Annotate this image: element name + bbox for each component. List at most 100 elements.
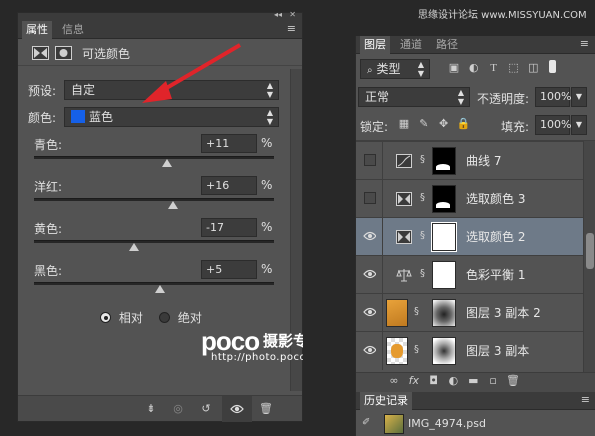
trash-icon[interactable]: 🗑 xyxy=(258,401,274,417)
tab-properties[interactable]: 属性 xyxy=(22,21,52,39)
eye-icon[interactable] xyxy=(363,230,376,243)
visibility-checkbox[interactable] xyxy=(364,154,376,166)
lock-image-icon[interactable]: ✎ xyxy=(416,116,432,132)
link-icon[interactable]: § xyxy=(420,230,425,241)
slider-value-input[interactable]: +5 xyxy=(201,260,257,279)
pixel-filter-icon[interactable]: ▣ xyxy=(446,60,462,76)
layer-mask-thumbnail[interactable] xyxy=(432,337,456,365)
color-swatch xyxy=(71,110,85,123)
layer-row[interactable]: § 色彩平衡 1 xyxy=(356,255,583,294)
delete-layer-icon[interactable]: 🗑 xyxy=(505,373,521,389)
snapshot-thumbnail xyxy=(384,414,404,434)
eye-icon[interactable] xyxy=(363,344,376,357)
layer-filter-select[interactable]: ⌕ 类型 ▲ ▼ xyxy=(360,59,430,79)
preset-value: 自定 xyxy=(71,83,96,97)
link-layers-icon[interactable]: ∞ xyxy=(386,373,402,389)
new-adjustment-icon[interactable]: ◐ xyxy=(445,373,461,389)
history-menu-icon[interactable]: ≡ xyxy=(581,393,590,406)
clip-to-layer-icon[interactable]: ⇟ xyxy=(143,401,159,417)
slider-thumb[interactable] xyxy=(129,243,139,251)
slider-track[interactable] xyxy=(34,282,274,285)
fx-icon[interactable]: fx xyxy=(406,373,422,389)
tab-history[interactable]: 历史记录 xyxy=(360,392,412,410)
history-snapshot[interactable]: ✐ IMG_4974.psd xyxy=(356,411,595,436)
scrollbar-thumb[interactable] xyxy=(586,233,594,269)
opacity-value: 100% xyxy=(540,90,572,103)
layer-row[interactable]: § 图层 3 副本 2 xyxy=(356,293,583,332)
smart-object-filter-icon[interactable]: ◫ xyxy=(525,60,541,76)
shape-filter-icon[interactable]: ⬚ xyxy=(505,60,521,76)
properties-tabs: 属性 信息 ≡ xyxy=(18,21,302,39)
slider-value-input[interactable]: +11 xyxy=(201,134,257,153)
view-previous-icon[interactable]: ◎ xyxy=(170,401,186,417)
new-group-icon[interactable]: ▬ xyxy=(465,373,481,389)
layer-row[interactable]: § 曲线 7 xyxy=(356,141,583,180)
slider-thumb[interactable] xyxy=(162,159,172,167)
tab-channels[interactable]: 通道 xyxy=(396,36,426,54)
selective-color-icon xyxy=(396,192,412,206)
lock-position-icon[interactable]: ✥ xyxy=(436,116,452,132)
slider-track[interactable] xyxy=(34,156,274,159)
lock-transparent-icon[interactable]: ▦ xyxy=(396,116,412,132)
layer-mask-icon[interactable] xyxy=(55,46,72,60)
tab-paths[interactable]: 路径 xyxy=(432,36,462,54)
tab-info[interactable]: 信息 xyxy=(58,21,88,39)
layers-scrollbar[interactable] xyxy=(583,141,595,372)
fill-input[interactable]: 100% xyxy=(535,115,571,135)
layer-mask-thumbnail[interactable] xyxy=(432,185,456,213)
eye-icon[interactable] xyxy=(363,268,376,281)
adjustment-filter-icon[interactable]: ◐ xyxy=(466,60,482,76)
close-icon[interactable]: ✕ xyxy=(289,10,296,19)
slider-track[interactable] xyxy=(34,198,274,201)
eye-icon xyxy=(230,404,244,414)
updown-icon: ▲ ▼ xyxy=(457,88,464,106)
slider-value-input[interactable]: -17 xyxy=(201,218,257,237)
layer-divider xyxy=(382,180,383,218)
slider-thumb[interactable] xyxy=(168,201,178,209)
layer-divider xyxy=(382,294,383,332)
link-icon[interactable]: § xyxy=(420,268,425,279)
panel-menu-icon[interactable]: ≡ xyxy=(287,22,296,35)
layer-thumbnail xyxy=(386,299,408,327)
collapse-icon[interactable]: ◂◂ xyxy=(274,10,282,19)
layer-mask-thumbnail[interactable] xyxy=(432,147,456,175)
add-mask-icon[interactable]: ◘ xyxy=(426,373,442,389)
mode-relative-radio[interactable]: 相对 xyxy=(100,309,143,326)
opacity-dropdown[interactable]: ▼ xyxy=(571,87,587,107)
link-icon[interactable]: § xyxy=(414,344,419,355)
layer-name: 图层 3 副本 xyxy=(466,344,530,358)
tab-layers[interactable]: 图层 xyxy=(360,36,390,54)
link-icon[interactable]: § xyxy=(420,154,425,165)
lock-all-icon[interactable]: 🔒 xyxy=(455,116,471,132)
filter-toggle[interactable] xyxy=(549,60,557,73)
opacity-input[interactable]: 100% xyxy=(535,87,572,107)
slider-track[interactable] xyxy=(34,240,274,243)
blend-mode-select[interactable]: 正常 ▲ ▼ xyxy=(358,87,470,107)
new-layer-icon[interactable]: ▫ xyxy=(485,373,501,389)
mode-absolute-radio[interactable]: 绝对 xyxy=(159,309,202,326)
snapshot-name: IMG_4974.psd xyxy=(408,417,486,430)
layer-mask-thumbnail[interactable] xyxy=(432,299,456,327)
visibility-checkbox[interactable] xyxy=(364,192,376,204)
visibility-toggle[interactable] xyxy=(222,396,252,422)
reset-icon[interactable]: ↺ xyxy=(198,401,214,417)
type-filter-icon[interactable]: T xyxy=(486,60,502,76)
layer-mask-thumbnail[interactable] xyxy=(432,261,456,289)
adjustment-title: 可选颜色 xyxy=(82,47,131,61)
layer-row[interactable]: § 选取颜色 2 xyxy=(356,217,583,256)
mode-absolute-label: 绝对 xyxy=(177,311,202,325)
link-icon[interactable]: § xyxy=(414,306,419,317)
annotation-arrow xyxy=(142,43,242,103)
layers-menu-icon[interactable]: ≡ xyxy=(580,37,589,50)
layer-mask-thumbnail[interactable] xyxy=(431,222,457,252)
eye-icon[interactable] xyxy=(363,306,376,319)
fill-dropdown[interactable]: ▼ xyxy=(571,115,587,135)
selective-color-icon xyxy=(396,230,412,244)
layer-row[interactable]: § 图层 3 副本 xyxy=(356,331,583,370)
slider-thumb[interactable] xyxy=(155,285,165,293)
layer-row[interactable]: § 选取颜色 3 xyxy=(356,179,583,218)
site-watermark: 思缘设计论坛 www.MISSYUAN.COM xyxy=(418,10,587,21)
slider-value-input[interactable]: +16 xyxy=(201,176,257,195)
link-icon[interactable]: § xyxy=(420,192,425,203)
search-icon: ⌕ xyxy=(367,65,373,76)
